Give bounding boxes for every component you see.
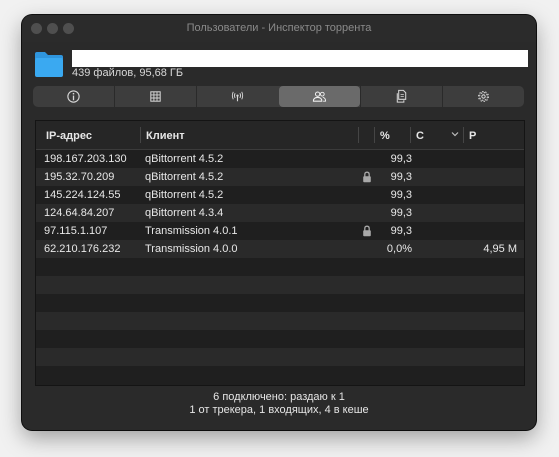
status-line-sources: 1 от трекера, 1 входящих, 4 в кеше bbox=[189, 404, 369, 416]
empty-table-row bbox=[36, 258, 524, 276]
folder-icon bbox=[35, 52, 63, 77]
column-header-percent[interactable]: % bbox=[380, 130, 390, 142]
files-icon bbox=[396, 89, 406, 103]
cell-client: Transmission 4.0.0 bbox=[145, 243, 238, 255]
column-divider[interactable] bbox=[463, 127, 464, 143]
cell-client: Transmission 4.0.1 bbox=[145, 225, 238, 237]
table-row[interactable]: 145.224.124.55 qBittorrent 4.5.2 99,3 bbox=[36, 186, 524, 204]
peers-icon bbox=[312, 91, 326, 102]
inspector-window: Пользователи - Инспектор торрента 439 фа… bbox=[22, 15, 536, 430]
cell-client: qBittorrent 4.5.2 bbox=[145, 189, 224, 201]
table-header: IP-адрес Клиент % С Р bbox=[36, 121, 524, 150]
cell-ip: 124.64.84.207 bbox=[44, 207, 115, 219]
tab-pieces[interactable] bbox=[114, 86, 196, 107]
chevron-down-icon[interactable] bbox=[451, 130, 459, 138]
column-divider[interactable] bbox=[374, 127, 375, 143]
peers-table: IP-адрес Клиент % С Р 198.167.203.130 qBi… bbox=[35, 120, 525, 386]
empty-table-row bbox=[36, 366, 524, 384]
column-divider[interactable] bbox=[410, 127, 411, 143]
table-row[interactable]: 198.167.203.130 qBittorrent 4.5.2 99,3 bbox=[36, 150, 524, 168]
empty-table-row bbox=[36, 276, 524, 294]
cell-ip: 195.32.70.209 bbox=[44, 171, 115, 183]
cell-ip: 97.115.1.107 bbox=[44, 225, 108, 237]
empty-table-row bbox=[36, 348, 524, 366]
tab-options[interactable] bbox=[441, 86, 524, 107]
window-title: Пользователи - Инспектор торрента bbox=[186, 22, 372, 34]
tab-trackers[interactable] bbox=[196, 86, 278, 107]
empty-table-row bbox=[36, 312, 524, 330]
column-header-ip[interactable]: IP-адрес bbox=[46, 130, 92, 142]
empty-table-row bbox=[36, 294, 524, 312]
cell-percent: 99,3 bbox=[390, 207, 412, 219]
tab-peers[interactable] bbox=[278, 86, 360, 107]
column-header-client[interactable]: Клиент bbox=[146, 130, 185, 142]
grid-icon bbox=[150, 91, 161, 102]
lock-icon bbox=[363, 171, 371, 183]
cell-ip: 62.210.176.232 bbox=[44, 243, 121, 255]
table-row[interactable]: 62.210.176.232 Transmission 4.0.0 0,0% 4,95… bbox=[36, 240, 524, 258]
cell-percent: 99,3 bbox=[390, 189, 412, 201]
cell-client: qBittorrent 4.5.2 bbox=[145, 171, 224, 183]
torrent-name-field[interactable] bbox=[72, 50, 528, 67]
cell-percent: 99,3 bbox=[390, 153, 412, 165]
antenna-icon bbox=[232, 91, 244, 102]
cell-ip: 145.224.124.55 bbox=[44, 189, 121, 201]
cell-percent: 99,3 bbox=[390, 171, 412, 183]
tab-info[interactable] bbox=[33, 86, 114, 107]
torrent-summary: 439 файлов, 95,68 ГБ bbox=[72, 67, 184, 79]
status-line-connections: 6 подключено: раздаю к 1 bbox=[213, 391, 345, 403]
column-divider[interactable] bbox=[140, 127, 141, 143]
gear-icon bbox=[477, 90, 489, 103]
cell-percent: 0,0% bbox=[386, 243, 412, 255]
empty-table-row bbox=[36, 330, 524, 348]
cell-p: 4,95 M bbox=[483, 243, 517, 255]
column-header-c[interactable]: С bbox=[416, 130, 424, 142]
table-row[interactable]: 195.32.70.209 qBittorrent 4.5.2 99,3 bbox=[36, 168, 524, 186]
cell-client: qBittorrent 4.5.2 bbox=[145, 153, 224, 165]
inspector-tab-bar bbox=[33, 86, 524, 107]
column-header-p[interactable]: Р bbox=[469, 130, 476, 142]
table-row[interactable]: 97.115.1.107 Transmission 4.0.1 99,3 bbox=[36, 222, 524, 240]
lock-icon bbox=[363, 225, 371, 237]
title-bar[interactable]: Пользователи - Инспектор торрента bbox=[22, 15, 536, 42]
cell-percent: 99,3 bbox=[390, 225, 412, 237]
table-row[interactable]: 124.64.84.207 qBittorrent 4.3.4 99,3 bbox=[36, 204, 524, 222]
cell-ip: 198.167.203.130 bbox=[44, 153, 127, 165]
status-summary: 6 подключено: раздаю к 1 1 от трекера, 1… bbox=[22, 391, 536, 417]
info-icon bbox=[67, 90, 80, 103]
column-divider[interactable] bbox=[358, 127, 359, 143]
tab-files[interactable] bbox=[359, 86, 442, 107]
cell-client: qBittorrent 4.3.4 bbox=[145, 207, 224, 219]
